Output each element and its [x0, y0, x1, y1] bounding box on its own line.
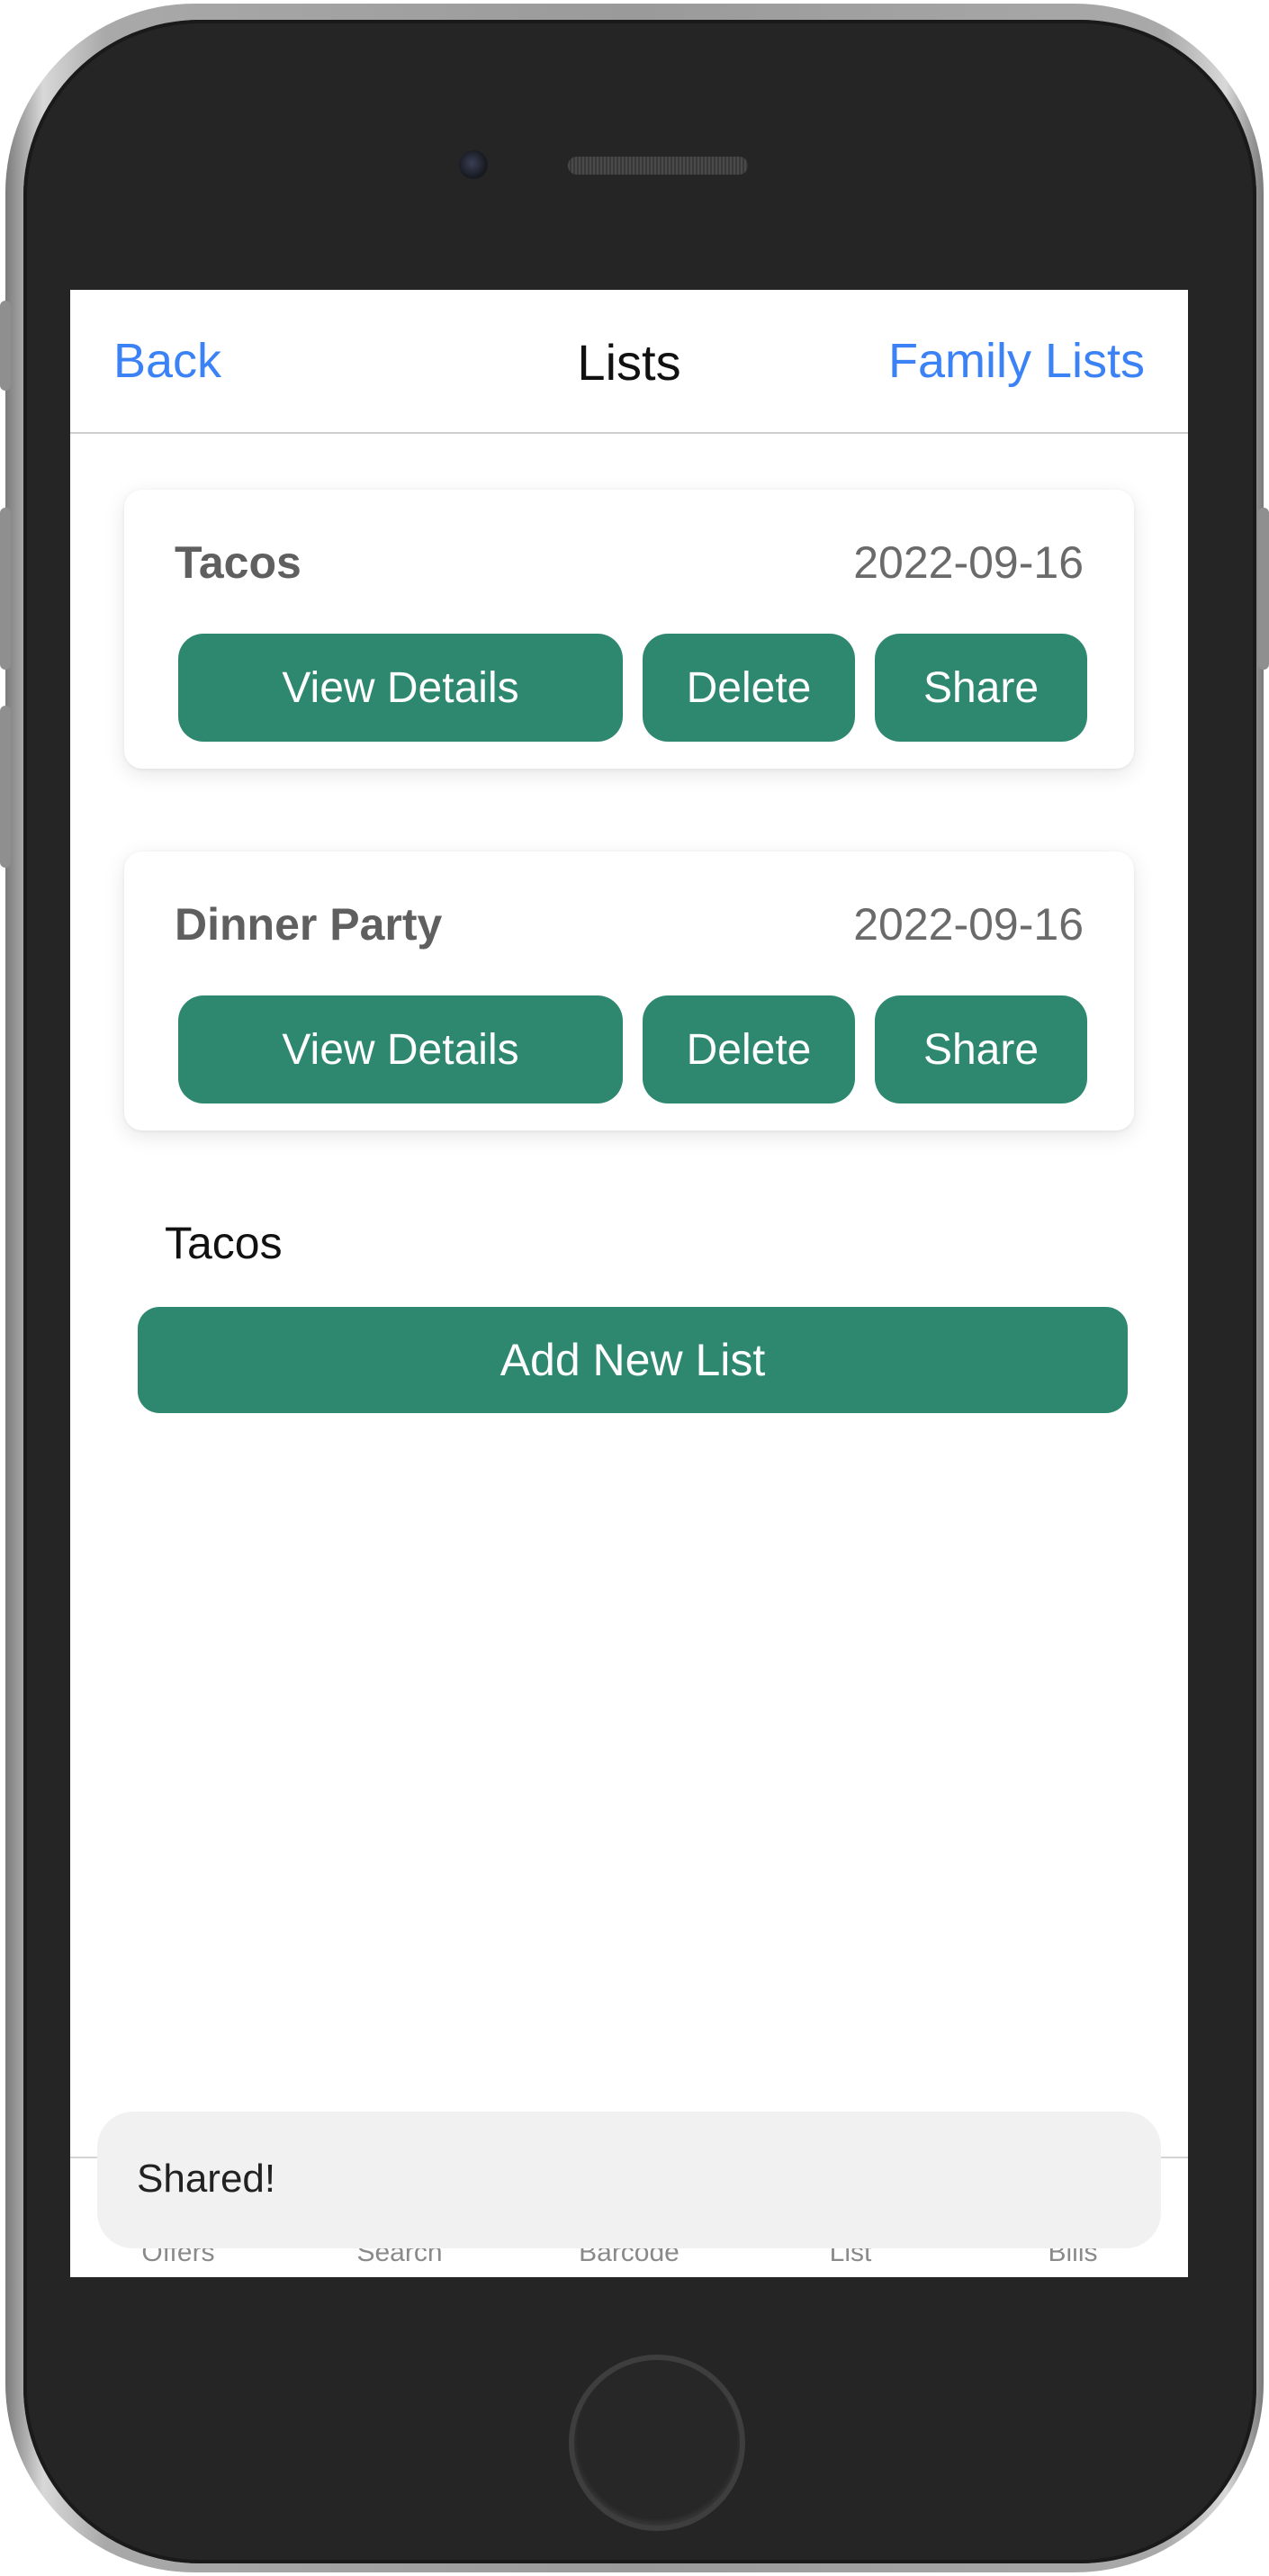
add-new-list-button[interactable]: Add New List [138, 1307, 1128, 1413]
list-name: Dinner Party [175, 899, 443, 950]
new-list-name-input[interactable]: Tacos [165, 1217, 283, 1269]
view-details-button[interactable]: View Details [178, 634, 623, 742]
share-button[interactable]: Share [875, 634, 1087, 742]
list-date: 2022-09-16 [853, 899, 1084, 950]
delete-button[interactable]: Delete [643, 995, 855, 1103]
navigation-bar: Lists Back Family Lists [70, 290, 1188, 434]
speaker-grille [568, 157, 748, 175]
share-button[interactable]: Share [875, 995, 1087, 1103]
home-button[interactable] [569, 2355, 745, 2531]
back-button[interactable]: Back [113, 333, 221, 389]
list-card: Tacos 2022-09-16 View Details Delete Sha… [124, 490, 1134, 769]
toast-message: Shared! [137, 2157, 276, 2201]
toast-notification: Shared! [97, 2112, 1161, 2248]
family-lists-button[interactable]: Family Lists [888, 333, 1145, 389]
mute-switch [0, 301, 11, 391]
list-date: 2022-09-16 [853, 537, 1084, 588]
volume-up-button [0, 508, 11, 670]
power-button [1258, 508, 1269, 670]
front-camera-icon [459, 150, 488, 179]
app-screen: Lists Back Family Lists Tacos 2022-09-16… [70, 290, 1188, 2277]
view-details-button[interactable]: View Details [178, 995, 623, 1103]
delete-button[interactable]: Delete [643, 634, 855, 742]
volume-down-button [0, 706, 11, 868]
list-card: Dinner Party 2022-09-16 View Details Del… [124, 851, 1134, 1130]
list-name: Tacos [175, 537, 302, 588]
